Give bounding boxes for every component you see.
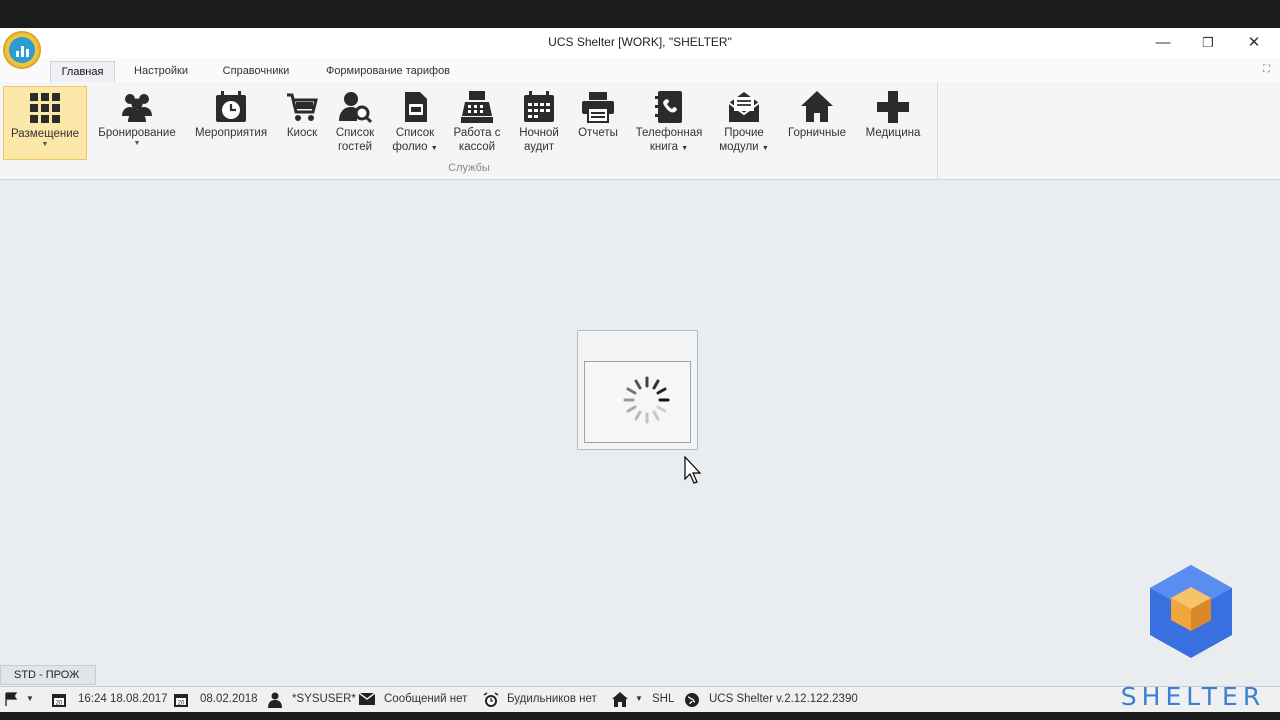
screen-top-bar: [0, 0, 1280, 28]
chevron-down-icon[interactable]: ▼: [26, 692, 34, 706]
events-button[interactable]: Мероприятия: [189, 86, 273, 160]
title-bar: UCS Shelter [WORK], "SHELTER" — ❐ ✕: [0, 28, 1280, 58]
phonebook-label-text: книга: [649, 141, 678, 153]
hotel-code-text: SHL: [652, 693, 675, 705]
calendar-day: 20: [178, 701, 185, 707]
cash-register-label-line2: кассой: [458, 141, 496, 153]
phonebook-icon: [655, 91, 682, 123]
flag-icon[interactable]: [5, 692, 19, 710]
app-window: UCS Shelter [WORK], "SHELTER" — ❐ ✕ Глав…: [0, 28, 1280, 712]
placement-label: Размещение: [10, 128, 80, 140]
loading-spinner-icon: [623, 376, 670, 424]
house-icon: [801, 91, 833, 122]
envelope-icon: [728, 92, 760, 122]
reports-button[interactable]: Отчеты: [573, 86, 623, 160]
other-modules-button[interactable]: Прочие модули ▼: [713, 86, 775, 160]
other-modules-label-line2: модули ▼: [713, 140, 775, 156]
app-logo-icon[interactable]: [3, 31, 41, 69]
calendar-clock-icon: [216, 91, 246, 122]
status-bar: ▼ 20 16:24 18.08.2017 20 08.02.2018 *SYS…: [0, 686, 1280, 712]
phonebook-label-line1: Телефонная: [635, 127, 703, 139]
envelope-icon: [358, 692, 376, 710]
cash-register-label-line1: Работа с: [453, 127, 501, 139]
housekeeping-button[interactable]: Горничные: [782, 86, 852, 160]
folio-list-label-line1: Список: [395, 127, 435, 139]
business-date-text: 08.02.2018: [200, 693, 258, 705]
globe-icon: [684, 692, 700, 712]
night-audit-button[interactable]: Ночной аудит: [513, 86, 565, 160]
night-audit-icon: [524, 91, 554, 122]
events-label: Мероприятия: [194, 127, 268, 139]
night-audit-label-line1: Ночной: [519, 127, 559, 139]
home-icon: [612, 692, 628, 711]
ribbon-group-caption: Службы: [448, 162, 490, 174]
brand-wordmark: SHELTER: [1120, 682, 1266, 711]
calendar-day: 20: [56, 701, 63, 707]
booking-label: Бронирование: [98, 127, 176, 139]
alarm-clock-icon: [483, 692, 499, 712]
ribbon-collapse-icon[interactable]: ⛶: [1263, 64, 1270, 75]
reports-label: Отчеты: [578, 127, 618, 139]
alarms-text[interactable]: Будильников нет: [507, 692, 597, 706]
shelter-brand-logo: SHELTER: [1108, 560, 1278, 712]
window-title: UCS Shelter [WORK], "SHELTER": [548, 35, 732, 49]
people-icon: [122, 94, 152, 122]
chevron-down-icon: ▼: [430, 145, 438, 152]
tab-main[interactable]: Главная: [50, 61, 115, 82]
folio-list-label-text: фолио: [392, 141, 428, 153]
cube-logo-icon: [1150, 565, 1232, 658]
medicine-button[interactable]: Медицина: [860, 86, 926, 160]
chevron-down-icon: ▼: [133, 140, 141, 147]
close-button[interactable]: ✕: [1239, 32, 1269, 54]
calendar-icon: 20: [173, 692, 189, 712]
chevron-down-icon: ▼: [761, 145, 769, 152]
loading-panel: [584, 361, 691, 443]
tab-settings[interactable]: Настройки: [124, 61, 198, 82]
minimize-button[interactable]: —: [1148, 32, 1178, 54]
guest-search-icon: [339, 92, 372, 124]
datetime-text: 16:24 18.08.2017: [78, 693, 168, 705]
mouse-cursor-icon: [684, 456, 702, 484]
medical-cross-icon: [877, 91, 909, 123]
restore-button[interactable]: ❐: [1193, 32, 1223, 54]
loading-dialog: [577, 330, 698, 450]
phonebook-label-line2: книга ▼: [631, 140, 707, 156]
chevron-down-icon: ▼: [41, 141, 49, 148]
other-modules-label-line1: Прочие: [724, 127, 764, 139]
booking-button[interactable]: Бронирование ▼: [93, 86, 181, 160]
guest-list-label-line1: Список: [335, 127, 375, 139]
other-modules-label-text: модули: [719, 141, 759, 153]
chevron-down-icon: ▼: [681, 145, 689, 152]
tab-tariffs[interactable]: Формирование тарифов: [312, 61, 464, 82]
ribbon-group-services: Размещение ▼ Бронирование ▼ Мероприятия …: [0, 82, 938, 180]
folio-icon: [405, 92, 427, 122]
phonebook-button[interactable]: Телефонная книга ▼: [631, 86, 707, 160]
folio-list-button[interactable]: Список фолио ▼: [387, 86, 443, 160]
cash-register-icon: [461, 91, 493, 123]
guest-list-label-line2: гостей: [337, 141, 373, 153]
grid-icon: [30, 93, 60, 123]
tab-references[interactable]: Справочники: [210, 61, 302, 82]
chevron-down-icon[interactable]: ▼: [635, 692, 643, 706]
ribbon-tabs: Главная Настройки Справочники Формирован…: [0, 58, 1280, 82]
guest-list-button[interactable]: Список гостей: [330, 86, 380, 160]
cash-register-button[interactable]: Работа с кассой: [449, 86, 505, 160]
version-text: UCS Shelter v.2.12.122.2390: [709, 693, 858, 705]
kiosk-button[interactable]: Киоск: [281, 86, 323, 160]
mode-label[interactable]: STD - ПРОЖ: [0, 665, 96, 685]
kiosk-label: Киоск: [286, 127, 318, 139]
printer-icon: [582, 92, 614, 123]
housekeeping-label: Горничные: [787, 127, 847, 139]
medicine-label: Медицина: [865, 127, 921, 139]
screen-bottom-bar: [0, 712, 1280, 720]
placement-button[interactable]: Размещение ▼: [3, 86, 87, 160]
folio-list-label-line2: фолио ▼: [387, 140, 443, 156]
ribbon: Размещение ▼ Бронирование ▼ Мероприятия …: [0, 82, 1280, 180]
messages-text[interactable]: Сообщений нет: [384, 692, 467, 706]
user-icon: [268, 692, 282, 712]
user-text: *SYSUSER*: [292, 693, 356, 705]
calendar-icon: 20: [51, 692, 67, 712]
night-audit-label-line2: аудит: [523, 141, 555, 153]
cart-icon: [287, 93, 318, 121]
